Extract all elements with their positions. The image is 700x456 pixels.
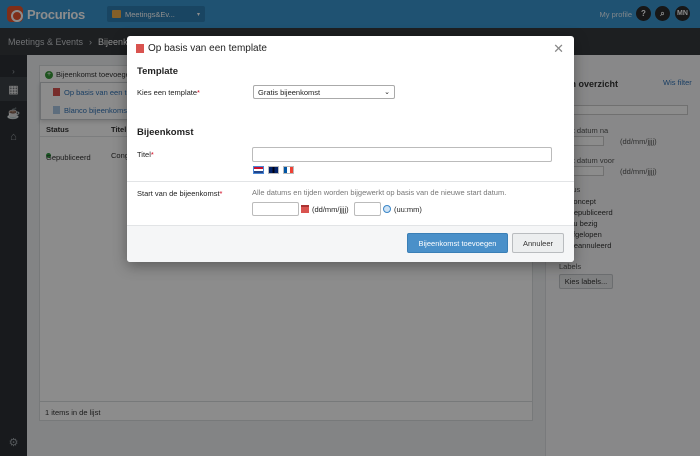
start-time-input[interactable] <box>354 202 381 216</box>
template-label: Kies een template* <box>137 88 200 97</box>
dialog-header: Op basis van een template <box>127 36 574 61</box>
template-label-text: Kies een template <box>137 88 198 97</box>
start-hint: Alle datums en tijden worden bijgewerkt … <box>252 188 507 197</box>
time-format-hint: (uu:mm) <box>394 205 422 214</box>
date-format-hint: (dd/mm/jjjj) <box>312 205 349 214</box>
dialog-footer: Bijeenkomst toevoegen Annuleer <box>127 225 574 262</box>
calendar-icon[interactable] <box>301 205 309 213</box>
template-icon <box>136 44 144 53</box>
flag-en-icon[interactable] <box>268 166 279 174</box>
event-section-title: Bijeenkomst <box>137 127 194 138</box>
title-input[interactable] <box>252 147 552 162</box>
flag-fr-icon[interactable] <box>283 166 294 174</box>
divider <box>127 181 574 182</box>
title-label-text: Titel <box>137 150 151 159</box>
template-dialog: Op basis van een template ✕ Template Kie… <box>127 36 574 262</box>
flag-nl-icon[interactable] <box>253 166 264 174</box>
template-section-title: Template <box>137 66 179 77</box>
required-mark: * <box>219 189 223 198</box>
required-mark: * <box>150 150 154 159</box>
cancel-button[interactable]: Annuleer <box>512 233 564 253</box>
start-label: Start van de bijeenkomst* <box>137 189 222 198</box>
add-event-submit-button[interactable]: Bijeenkomst toevoegen <box>407 233 508 253</box>
language-switcher <box>253 166 298 174</box>
title-label: Titel* <box>137 150 154 159</box>
dialog-title: Op basis van een template <box>148 43 267 54</box>
start-date-input[interactable] <box>252 202 299 216</box>
close-icon[interactable]: ✕ <box>553 42 564 55</box>
template-select-value: Gratis bijeenkomst <box>258 87 321 97</box>
template-select[interactable]: Gratis bijeenkomst ⌄ <box>253 85 395 99</box>
start-label-text: Start van de bijeenkomst <box>137 189 220 198</box>
clock-icon[interactable] <box>383 205 391 213</box>
chevron-down-icon: ⌄ <box>384 89 390 96</box>
required-mark: * <box>197 88 200 97</box>
